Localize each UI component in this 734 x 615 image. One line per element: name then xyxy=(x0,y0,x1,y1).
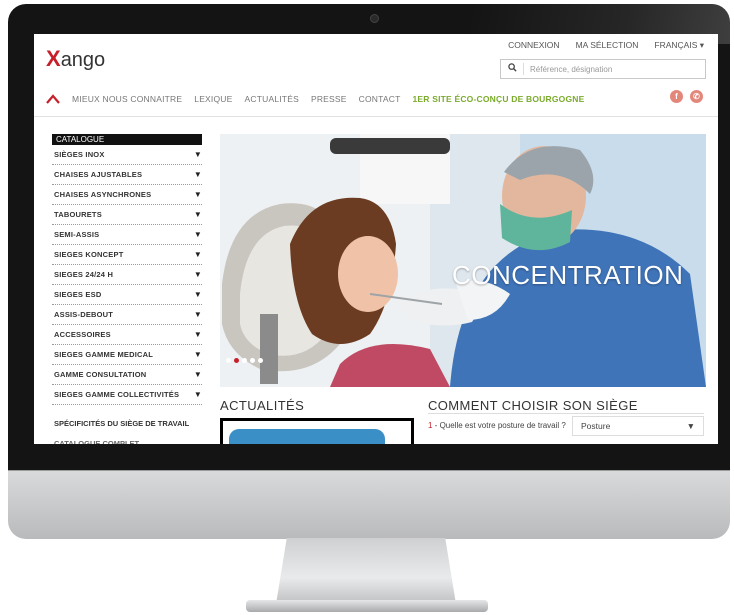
catalog-item[interactable]: SIÈGES INOX ▼ xyxy=(52,145,202,165)
search-input[interactable]: Référence, désignation xyxy=(524,65,612,74)
catalog-item[interactable]: SEMI-ASSIS ▼ xyxy=(52,225,202,245)
chevron-down-icon[interactable]: ▼ xyxy=(194,350,202,359)
chevron-down-icon[interactable]: ▼ xyxy=(194,390,202,399)
monitor-stand-base xyxy=(246,600,488,612)
slider-dot[interactable] xyxy=(242,358,247,363)
catalog-item-label: CHAISES AJUSTABLES xyxy=(54,170,143,179)
catalog-item[interactable]: SIEGES KONCEPT ▼ xyxy=(52,245,202,265)
catalog-item[interactable]: CHAISES AJUSTABLES ▼ xyxy=(52,165,202,185)
chevron-down-icon[interactable]: ▼ xyxy=(194,230,202,239)
facebook-icon[interactable]: f xyxy=(670,90,683,103)
slider-dots xyxy=(226,358,263,363)
chevron-down-icon[interactable]: ▼ xyxy=(194,290,202,299)
catalog-item[interactable]: SIEGES 24/24 H ▼ xyxy=(52,265,202,285)
question-text: - Quelle est votre posture de travail ? xyxy=(432,421,566,430)
guide-question: 1 - Quelle est votre posture de travail … xyxy=(428,420,572,431)
chevron-down-icon[interactable]: ▼ xyxy=(194,210,202,219)
catalog-item-label: SIEGES ESD xyxy=(54,290,102,299)
chevron-down-icon[interactable]: ▼ xyxy=(194,170,202,179)
chevron-down-icon[interactable]: ▼ xyxy=(194,310,202,319)
slider-dot-active[interactable] xyxy=(234,358,239,363)
catalog-item[interactable]: SIEGES GAMME MEDICAL ▼ xyxy=(52,345,202,365)
catalog-item-label: SIEGES GAMME MEDICAL xyxy=(54,350,154,359)
website-screen: Xango CONNEXION MA SÉLECTION FRANÇAIS ▾ … xyxy=(34,34,718,444)
catalog-item-label: GAMME CONSULTATION xyxy=(54,370,147,379)
catalog-item-label: SIEGES GAMME COLLECTIVITÉS xyxy=(54,390,180,399)
search-box[interactable]: Référence, désignation xyxy=(500,59,706,79)
logo-text: ango xyxy=(60,49,106,71)
main-nav: MIEUX NOUS CONNAITRE LEXIQUE ACTUALITÉS … xyxy=(46,90,706,108)
slider-dot[interactable] xyxy=(258,358,263,363)
catalog-item-label: SEMI-ASSIS xyxy=(54,230,100,239)
chevron-down-icon[interactable]: ▼ xyxy=(194,190,202,199)
nav-item-news[interactable]: ACTUALITÉS xyxy=(245,94,299,104)
language-dropdown[interactable]: FRANÇAIS ▾ xyxy=(654,40,704,51)
catalog-item[interactable]: CHAISES ASYNCHRONES ▼ xyxy=(52,185,202,205)
nav-item-about[interactable]: MIEUX NOUS CONNAITRE xyxy=(72,94,182,104)
slider-dot[interactable] xyxy=(226,358,231,363)
catalog-item-label: CHAISES ASYNCHRONES xyxy=(54,190,152,199)
top-links: CONNEXION MA SÉLECTION FRANÇAIS ▾ xyxy=(508,40,704,51)
news-card[interactable] xyxy=(220,418,414,444)
catalog-item[interactable]: ASSIS-DEBOUT ▼ xyxy=(52,305,202,325)
catalog-heading: CATALOGUE xyxy=(52,134,202,145)
chevron-down-icon[interactable]: ▼ xyxy=(194,150,202,159)
chevron-down-icon[interactable]: ▼ xyxy=(194,270,202,279)
selection-link[interactable]: MA SÉLECTION xyxy=(576,40,639,51)
news-title: ACTUALITÉS xyxy=(220,398,305,413)
chevron-down-icon[interactable]: ▼ xyxy=(194,250,202,259)
eco-label: 1ER SITE ÉCO-CONÇU DE BOURGOGNE xyxy=(412,94,585,104)
login-link[interactable]: CONNEXION xyxy=(508,40,559,51)
social-icon[interactable]: ✆ xyxy=(690,90,703,103)
catalog-item-label: TABOURETS xyxy=(54,210,102,219)
catalog-spacer xyxy=(52,405,202,413)
catalog-item-label: SIEGES 24/24 H xyxy=(54,270,114,279)
catalog-sidebar: CATALOGUE SIÈGES INOX ▼ CHAISES AJUSTABLE… xyxy=(52,134,202,444)
hero-slider[interactable]: CONCENTRATION xyxy=(220,134,706,387)
catalog-item[interactable]: SIEGES ESD ▼ xyxy=(52,285,202,305)
catalog-item[interactable]: SIEGES GAMME COLLECTIVITÉS ▼ xyxy=(52,385,202,405)
logo-mark: X xyxy=(46,46,61,71)
chevron-down-icon[interactable]: ▼ xyxy=(194,330,202,339)
nav-item-press[interactable]: PRESSE xyxy=(311,94,347,104)
specifics-link[interactable]: SPÉCIFICITÉS DU SIÈGE DE TRAVAIL xyxy=(52,413,202,433)
guide-title: COMMENT CHOISIR SON SIÈGE xyxy=(428,398,638,413)
posture-select[interactable]: Posture ▼ xyxy=(572,416,704,436)
catalog-item[interactable]: GAMME CONSULTATION ▼ xyxy=(52,365,202,385)
news-card-image xyxy=(229,429,385,444)
site-logo[interactable]: Xango xyxy=(46,46,105,72)
chevron-down-icon: ▼ xyxy=(686,421,695,431)
search-icon[interactable] xyxy=(501,63,524,75)
monitor-stand xyxy=(276,538,456,604)
catalog-item-label: SIEGES KONCEPT xyxy=(54,250,124,259)
hero-caption: CONCENTRATION xyxy=(452,260,684,290)
catalog-item[interactable]: ACCESSOIRES ▼ xyxy=(52,325,202,345)
monitor-chin xyxy=(8,470,730,539)
camera-icon xyxy=(370,14,379,23)
posture-select-value: Posture xyxy=(581,421,611,431)
guide-divider xyxy=(428,413,704,414)
catalog-item[interactable]: TABOURETS ▼ xyxy=(52,205,202,225)
catalog-item-label: ASSIS-DEBOUT xyxy=(54,310,114,319)
nav-item-lexicon[interactable]: LEXIQUE xyxy=(194,94,232,104)
nav-item-contact[interactable]: CONTACT xyxy=(359,94,401,104)
catalog-item-label: SIÈGES INOX xyxy=(54,150,105,159)
home-icon[interactable] xyxy=(46,93,60,105)
catalog-item-label: ACCESSOIRES xyxy=(54,330,111,339)
full-catalog-link[interactable]: CATALOGUE COMPLET xyxy=(52,433,202,445)
chevron-down-icon[interactable]: ▼ xyxy=(194,370,202,379)
slider-dot[interactable] xyxy=(250,358,255,363)
header-divider xyxy=(34,116,718,117)
